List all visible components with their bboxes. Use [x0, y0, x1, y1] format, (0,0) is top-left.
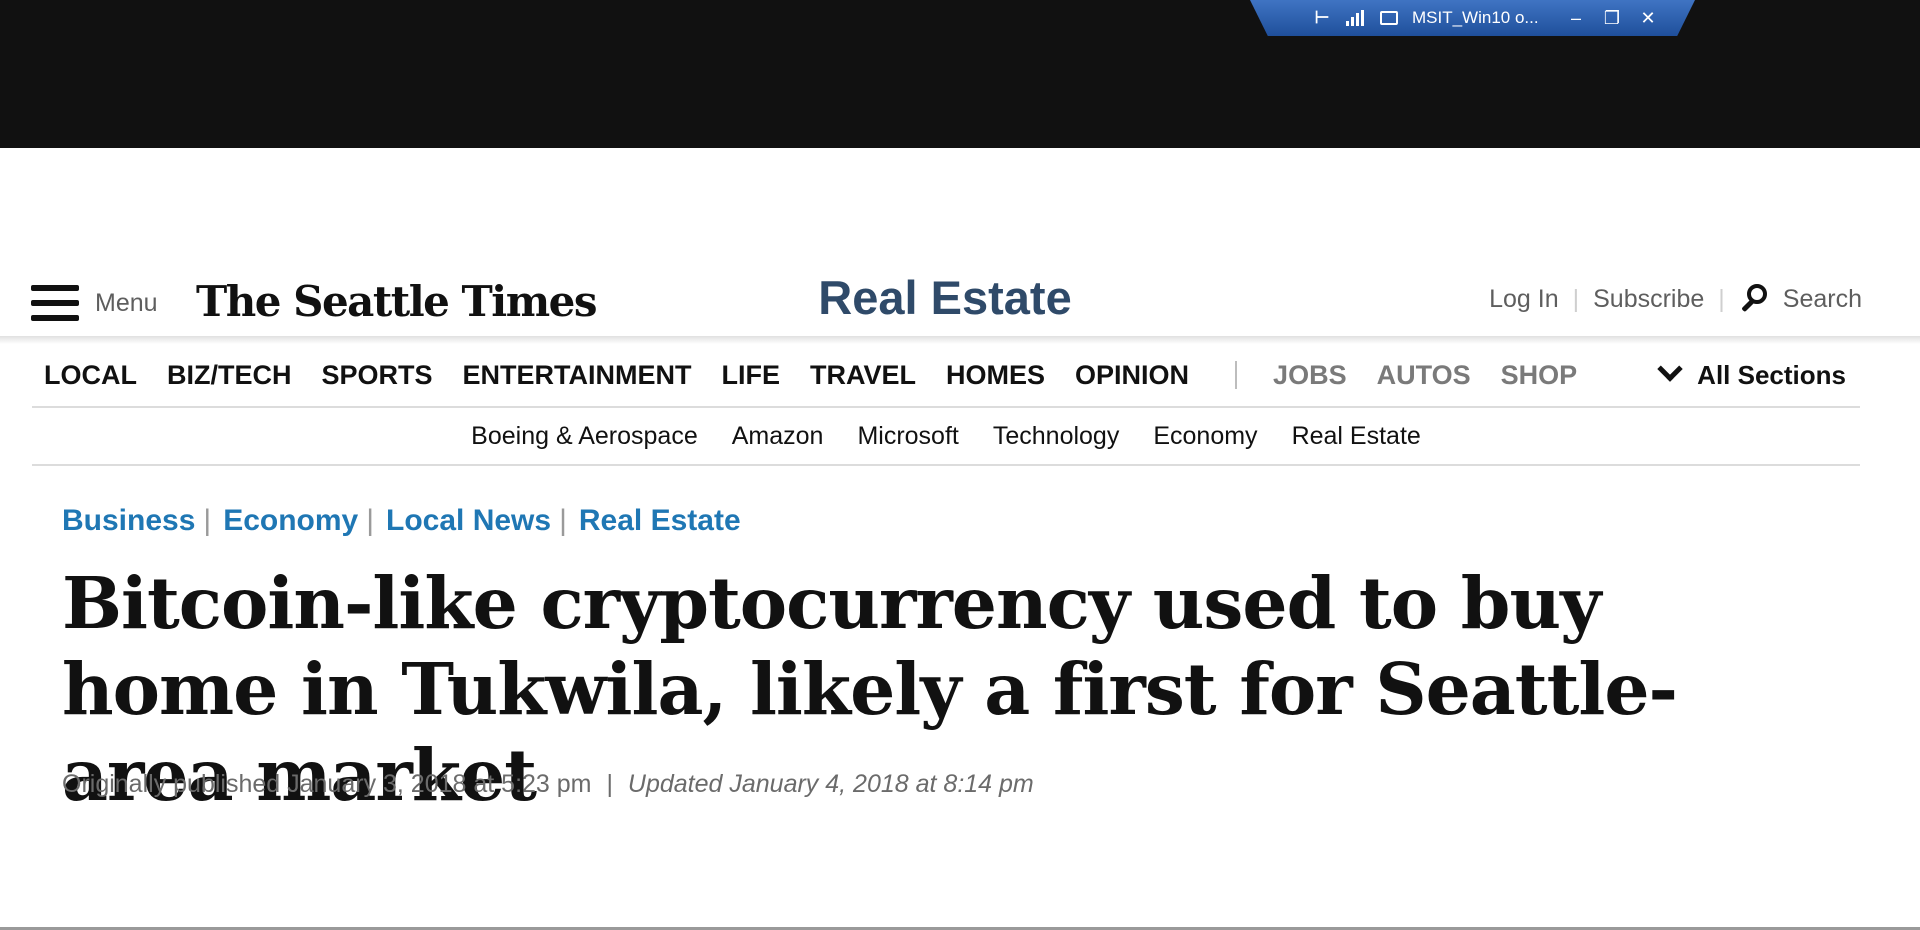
- signal-strength-icon[interactable]: [1346, 10, 1366, 26]
- nav-item-travel[interactable]: TRAVEL: [810, 360, 916, 391]
- breadcrumb-real-estate[interactable]: Real Estate: [579, 504, 741, 538]
- breadcrumb-separator: |: [559, 504, 567, 537]
- header-shadow: [0, 336, 1920, 344]
- restore-button[interactable]: ❐: [1600, 8, 1624, 29]
- account-links: Log In | Subscribe | Search: [1489, 282, 1862, 316]
- nav-item-entertainment[interactable]: ENTERTAINMENT: [463, 360, 692, 391]
- breadcrumb-separator: |: [203, 504, 212, 537]
- sub-navigation: Boeing & Aerospace Amazon Microsoft Tech…: [32, 408, 1860, 466]
- nav-item-shop[interactable]: SHOP: [1501, 360, 1578, 391]
- article-breadcrumb: Business | Economy | Local News | Real E…: [62, 504, 741, 538]
- chevron-down-icon: [1657, 356, 1683, 382]
- link-divider: |: [1718, 284, 1725, 313]
- login-link[interactable]: Log In: [1489, 285, 1559, 314]
- subnav-item-economy[interactable]: Economy: [1153, 422, 1257, 451]
- subnav-item-real-estate[interactable]: Real Estate: [1292, 422, 1421, 451]
- close-button[interactable]: ✕: [1636, 8, 1660, 29]
- nav-item-jobs[interactable]: JOBS: [1273, 360, 1347, 391]
- subnav-item-amazon[interactable]: Amazon: [732, 422, 824, 451]
- nav-item-biz-tech[interactable]: BIZ/TECH: [167, 360, 292, 391]
- pin-icon[interactable]: ⊢: [1312, 8, 1332, 27]
- subnav-item-boeing-aerospace[interactable]: Boeing & Aerospace: [471, 422, 698, 451]
- subnav-item-technology[interactable]: Technology: [993, 422, 1119, 451]
- search-button[interactable]: Search: [1739, 282, 1862, 316]
- nav-item-sports[interactable]: SPORTS: [321, 360, 432, 391]
- nav-item-local[interactable]: LOCAL: [44, 360, 137, 391]
- nav-item-opinion[interactable]: OPINION: [1075, 360, 1189, 391]
- search-icon: [1739, 282, 1773, 316]
- remote-session-title: MSIT_Win10 o...: [1412, 8, 1539, 27]
- remote-desktop-connection-bar: ⊢ MSIT_Win10 o... – ❐ ✕: [1250, 0, 1695, 36]
- breadcrumb-separator: |: [366, 504, 375, 537]
- published-date: Originally published January 3, 2018 at …: [62, 770, 592, 798]
- breadcrumb-local-news[interactable]: Local News: [386, 504, 551, 538]
- display-icon[interactable]: [1380, 11, 1398, 25]
- updated-date: Updated January 4, 2018 at 8:14 pm: [627, 770, 1034, 798]
- breadcrumb-economy[interactable]: Economy: [223, 504, 358, 538]
- all-sections-label: All Sections: [1697, 359, 1846, 390]
- all-sections-button[interactable]: All Sections: [1657, 356, 1846, 391]
- main-navigation: LOCAL BIZ/TECH SPORTS ENTERTAINMENT LIFE…: [32, 344, 1860, 408]
- link-divider: |: [1572, 284, 1580, 313]
- search-label: Search: [1782, 284, 1862, 313]
- nav-divider: [1235, 361, 1238, 389]
- breadcrumb-business[interactable]: Business: [62, 504, 195, 538]
- nav-item-homes[interactable]: HOMES: [946, 360, 1045, 391]
- timestamp-separator: |: [606, 770, 613, 798]
- subscribe-link[interactable]: Subscribe: [1593, 285, 1704, 314]
- article-timestamps: Originally published January 3, 2018 at …: [62, 770, 1034, 799]
- nav-item-autos[interactable]: AUTOS: [1377, 360, 1471, 391]
- minimize-button[interactable]: –: [1564, 8, 1588, 29]
- subnav-item-microsoft[interactable]: Microsoft: [857, 422, 958, 451]
- nav-item-life[interactable]: LIFE: [722, 360, 781, 391]
